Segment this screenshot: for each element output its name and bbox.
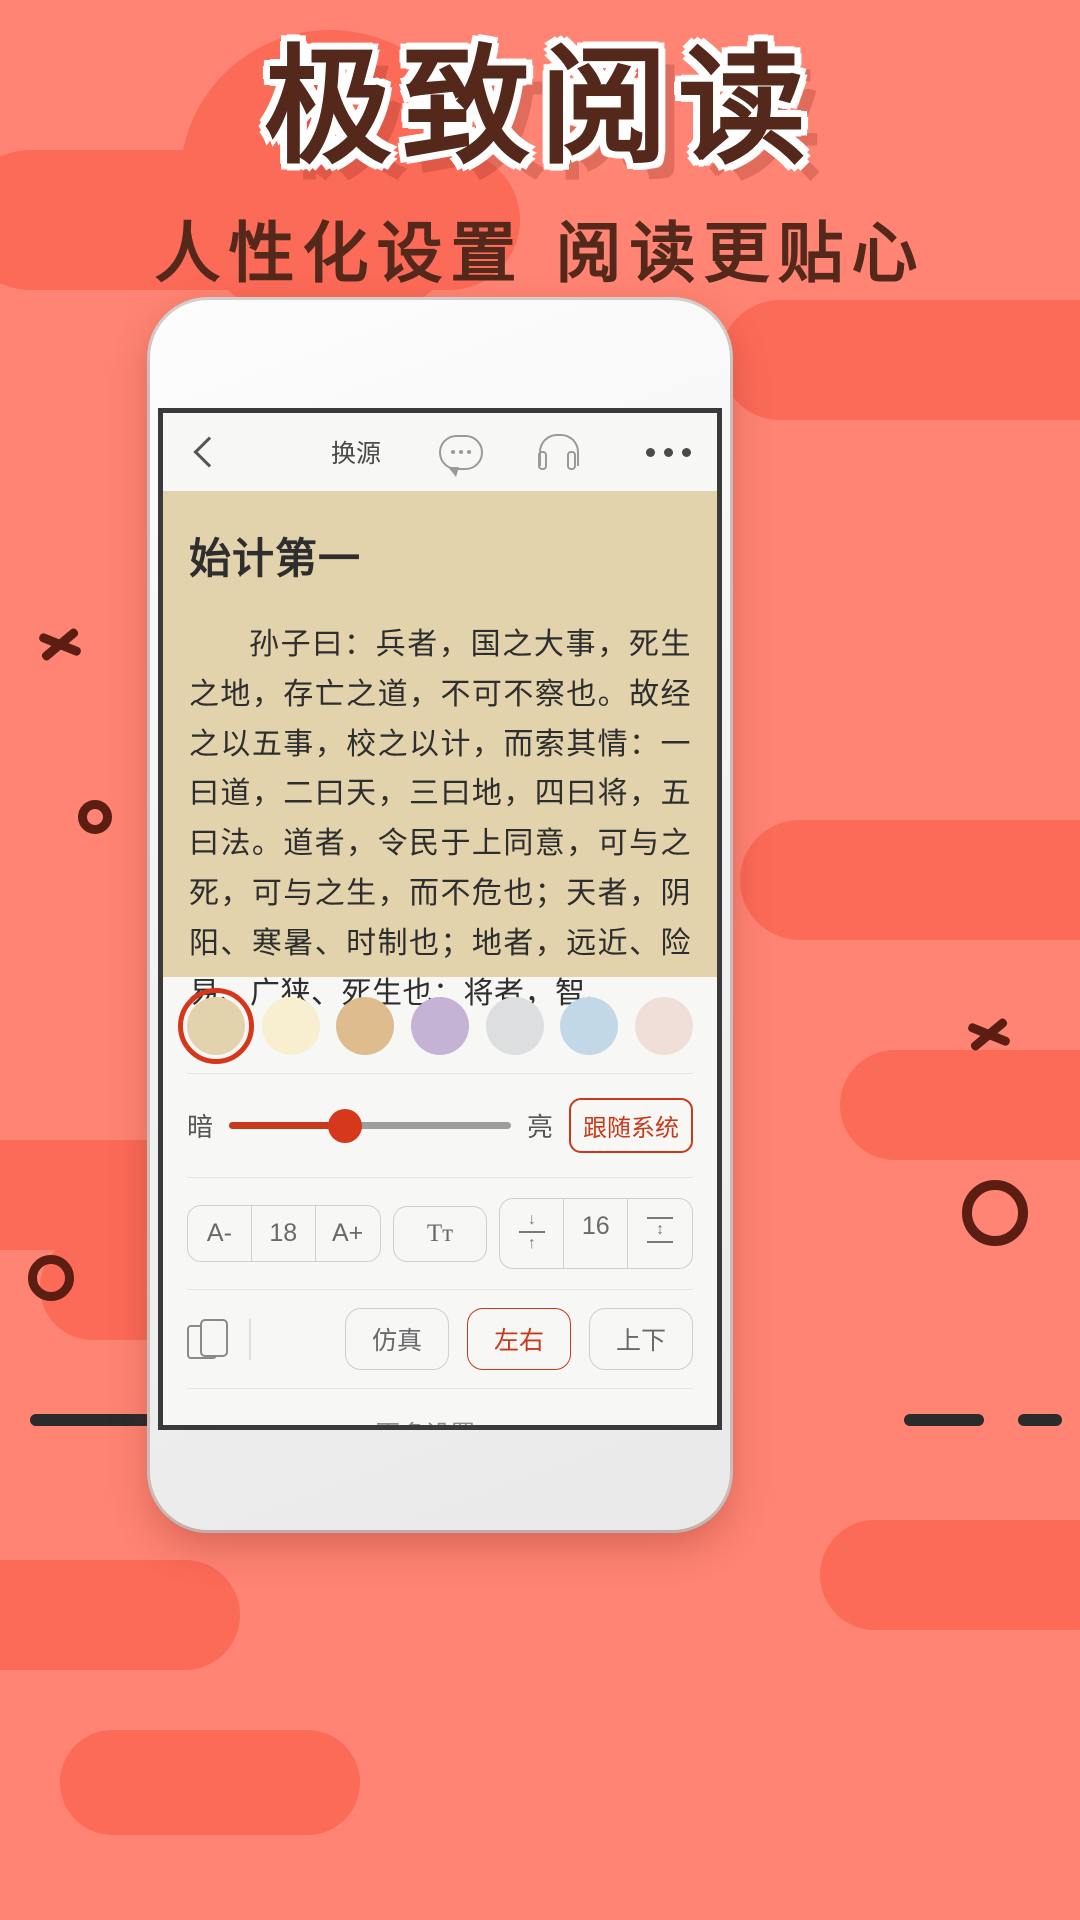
dash-decor-icon (1018, 1414, 1062, 1426)
font-size-value: 18 (252, 1206, 316, 1261)
chevron-left-icon[interactable] (189, 437, 219, 467)
font-size-group: A- 18 A+ (187, 1205, 381, 1262)
circle-decor-icon (28, 1255, 74, 1301)
typeface-group: Tт (392, 1205, 488, 1262)
theme-swatch-gray[interactable] (485, 997, 544, 1055)
bg-blob (820, 1520, 1080, 1630)
dash-decor-icon (904, 1414, 984, 1426)
line-spacing-decrease-icon[interactable]: ↓ ↑ (500, 1199, 565, 1268)
reader-settings-panel: 暗 亮 跟随系统 A- 18 A+ Tт ↓ ↑ 16 ↕ 仿真 左右 上下 (163, 977, 717, 1425)
phone-mockup: 换源 始计第一 孙子曰：兵者，国之大事，死生之地，存亡之道，不可不察也。故经之以… (150, 300, 730, 1530)
bg-blob (0, 1560, 240, 1670)
circle-decor-icon (78, 800, 112, 834)
promo-subtitle: 人性化设置 阅读更贴心 (154, 215, 926, 292)
font-increase-button[interactable]: A+ (316, 1206, 380, 1261)
font-family-icon[interactable]: Tт (394, 1207, 487, 1261)
bg-blob (740, 820, 1080, 940)
theme-swatch-blue[interactable] (560, 997, 619, 1055)
phone-screen: 换源 始计第一 孙子曰：兵者，国之大事，死生之地，存亡之道，不可不察也。故经之以… (158, 408, 722, 1430)
page-mode-vertical-button[interactable]: 上下 (588, 1308, 693, 1370)
page-mode-horizontal-button[interactable]: 左右 (466, 1308, 571, 1370)
ellipsis-icon[interactable] (646, 447, 691, 457)
line-spacing-increase-icon[interactable]: ↕ (628, 1199, 692, 1268)
screen-rotate-icon[interactable] (187, 1317, 231, 1361)
page-turn-row: 仿真 左右 上下 (163, 1290, 717, 1388)
brightness-dark-label: 暗 (187, 1112, 214, 1142)
more-settings-link[interactable]: 更多设置>> (163, 1389, 717, 1425)
chapter-body: 孙子曰：兵者，国之大事，死生之地，存亡之道，不可不察也。故经之以五事，校之以计，… (189, 628, 691, 1010)
promo-title-wrap: 极致阅读 (0, 34, 1080, 181)
brightness-slider-knob[interactable] (327, 1108, 362, 1143)
brightness-bright-label: 亮 (526, 1112, 553, 1142)
theme-swatch-tan[interactable] (178, 988, 254, 1064)
dash-decor-icon (30, 1414, 152, 1426)
reader-toolbar: 换源 (163, 413, 717, 491)
bg-blob (720, 300, 1080, 420)
divider (249, 1318, 251, 1360)
follow-system-button[interactable]: 跟随系统 (569, 1098, 693, 1153)
font-decrease-button[interactable]: A- (188, 1206, 252, 1261)
speech-bubble-icon[interactable] (439, 434, 484, 477)
sparkle-decor-icon (955, 1000, 1025, 1070)
chapter-title: 始计第一 (189, 535, 362, 582)
theme-swatch-pink[interactable] (634, 997, 693, 1055)
sparkle-decor-icon (26, 610, 96, 680)
line-spacing-group: ↓ ↑ 16 ↕ (499, 1198, 693, 1269)
book-page: 始计第一 孙子曰：兵者，国之大事，死生之地，存亡之道，不可不察也。故经之以五事，… (163, 491, 717, 1010)
page-mode-simulate-button[interactable]: 仿真 (344, 1308, 449, 1370)
line-spacing-value: 16 (564, 1199, 629, 1268)
headphone-icon[interactable] (535, 434, 580, 470)
brightness-row: 暗 亮 跟随系统 (163, 1074, 717, 1177)
theme-swatch-lavender[interactable] (410, 997, 469, 1055)
circle-decor-icon (962, 1180, 1028, 1246)
theme-swatch-khaki[interactable] (336, 997, 395, 1055)
theme-swatch-cream[interactable] (261, 997, 320, 1055)
font-settings-row: A- 18 A+ Tт ↓ ↑ 16 ↕ (163, 1178, 717, 1289)
change-source-button[interactable]: 换源 (331, 434, 381, 470)
bg-blob (60, 1730, 360, 1835)
brightness-slider[interactable] (229, 1108, 511, 1143)
promo-title: 极致阅读 (263, 33, 816, 182)
